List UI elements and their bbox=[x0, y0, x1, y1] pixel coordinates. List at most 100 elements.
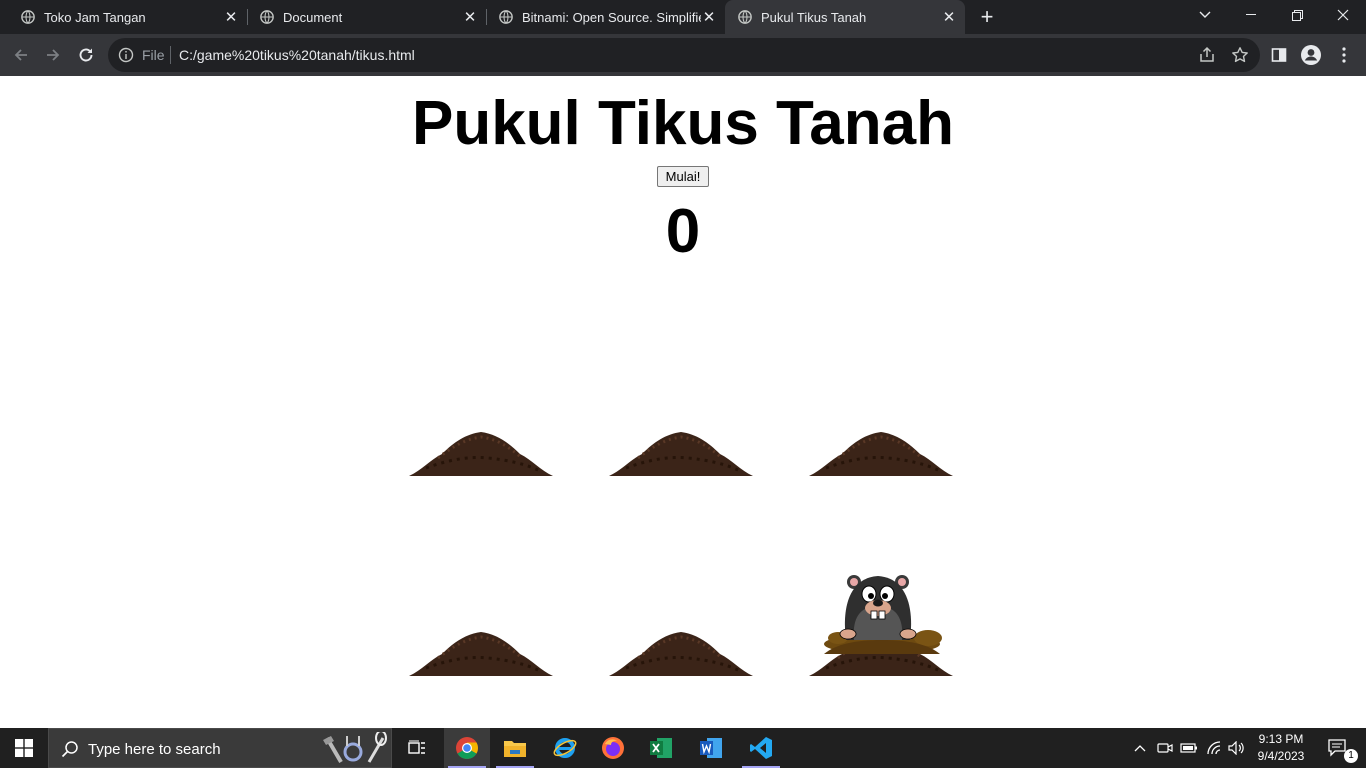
tab-bitnami[interactable]: Bitnami: Open Source. Simplified ✕ bbox=[478, 0, 725, 34]
battery-icon bbox=[1180, 743, 1197, 753]
menu-button[interactable] bbox=[1333, 44, 1355, 66]
side-panel-button[interactable] bbox=[1268, 44, 1290, 66]
minimize-button[interactable] bbox=[1228, 0, 1274, 30]
dirt-mound bbox=[409, 632, 553, 676]
taskbar-clock[interactable]: 9:13 PM 9/4/2023 bbox=[1250, 731, 1312, 765]
dirt-mound bbox=[609, 632, 753, 676]
task-view-button[interactable] bbox=[394, 728, 440, 768]
close-window-button[interactable] bbox=[1320, 0, 1366, 30]
browser-toolbar: File C:/game%20tikus%20tanah/tikus.html bbox=[0, 34, 1366, 76]
excel-icon bbox=[650, 738, 672, 758]
more-vert-icon bbox=[1342, 47, 1346, 63]
scheme-label: File bbox=[142, 47, 165, 63]
vscode-icon bbox=[750, 737, 772, 759]
ie-icon bbox=[553, 738, 577, 758]
minimize-icon bbox=[1246, 14, 1256, 15]
restore-icon bbox=[1291, 9, 1303, 21]
tray-network[interactable] bbox=[1204, 728, 1224, 768]
close-icon[interactable]: ✕ bbox=[223, 9, 239, 26]
taskbar-file-explorer[interactable] bbox=[492, 728, 538, 768]
star-icon[interactable] bbox=[1231, 46, 1249, 64]
mole-icon[interactable] bbox=[820, 570, 944, 654]
hole-6[interactable] bbox=[808, 575, 954, 676]
taskbar-word[interactable] bbox=[688, 728, 734, 768]
dirt-mound bbox=[809, 432, 953, 476]
tab-title: Toko Jam Tangan bbox=[44, 9, 146, 25]
hole-3[interactable] bbox=[808, 376, 954, 476]
tab-title: Document bbox=[283, 9, 343, 25]
reload-button[interactable] bbox=[73, 42, 99, 68]
task-view-icon bbox=[408, 740, 425, 754]
globe-icon bbox=[499, 10, 513, 24]
folder-icon bbox=[504, 741, 526, 757]
taskbar-excel[interactable] bbox=[638, 728, 684, 768]
hole-2[interactable] bbox=[608, 376, 754, 476]
taskbar-firefox[interactable] bbox=[590, 728, 636, 768]
hole-4[interactable] bbox=[408, 576, 554, 676]
dirt-mound bbox=[409, 432, 553, 476]
close-icon[interactable]: ✕ bbox=[462, 9, 478, 26]
start-button[interactable]: Mulai! bbox=[657, 166, 709, 187]
taskbar-chrome[interactable] bbox=[444, 728, 490, 768]
share-icon[interactable] bbox=[1198, 46, 1216, 64]
tab-title: Bitnami: Open Source. Simplified bbox=[522, 9, 701, 25]
tab-document[interactable]: Document ✕ bbox=[239, 0, 486, 34]
address-separator bbox=[170, 46, 171, 64]
taskbar-edge[interactable] bbox=[542, 728, 588, 768]
address-bar[interactable]: File C:/game%20tikus%20tanah/tikus.html bbox=[108, 38, 1260, 72]
search-icon bbox=[61, 741, 78, 758]
close-icon[interactable]: ✕ bbox=[701, 9, 717, 26]
profile-button[interactable] bbox=[1300, 44, 1322, 66]
chrome-icon bbox=[456, 737, 478, 759]
globe-icon bbox=[260, 10, 274, 24]
globe-icon bbox=[21, 10, 35, 24]
tab-title: Pukul Tikus Tanah bbox=[761, 9, 867, 25]
arrow-left-icon bbox=[14, 49, 27, 61]
camera-icon bbox=[1157, 743, 1173, 753]
chevron-up-icon bbox=[1134, 745, 1146, 752]
score-display: 0 bbox=[665, 197, 701, 266]
page-title: Pukul Tikus Tanah bbox=[411, 89, 955, 158]
tray-battery[interactable] bbox=[1179, 728, 1199, 768]
tray-meet-now[interactable] bbox=[1155, 728, 1175, 768]
close-icon[interactable]: ✕ bbox=[941, 9, 957, 26]
new-tab-button[interactable]: + bbox=[976, 6, 998, 28]
tab-search-button[interactable] bbox=[1182, 0, 1228, 30]
globe-icon bbox=[738, 10, 752, 24]
tab-strip: Toko Jam Tangan ✕ Document ✕ Bitnami: Op… bbox=[0, 0, 1366, 34]
word-icon bbox=[700, 738, 722, 758]
arrow-right-icon bbox=[47, 49, 60, 61]
info-icon[interactable] bbox=[118, 47, 134, 63]
clock-date: 9/4/2023 bbox=[1257, 749, 1305, 763]
speaker-icon bbox=[1228, 741, 1244, 755]
reload-icon bbox=[79, 48, 93, 62]
taskbar: Type here to search 9:13 PM 9/4/2023 1 bbox=[0, 728, 1366, 768]
profile-icon bbox=[1301, 45, 1321, 65]
tab-toko-jam-tangan[interactable]: Toko Jam Tangan ✕ bbox=[0, 0, 247, 34]
back-button[interactable] bbox=[8, 42, 34, 68]
start-button[interactable] bbox=[0, 728, 48, 768]
tab-pukul-tikus-tanah[interactable]: Pukul Tikus Tanah ✕ bbox=[725, 0, 965, 34]
side-panel-icon bbox=[1271, 48, 1287, 62]
url-text[interactable]: C:/game%20tikus%20tanah/tikus.html bbox=[179, 47, 415, 63]
taskbar-vscode[interactable] bbox=[738, 728, 784, 768]
restore-button[interactable] bbox=[1274, 0, 1320, 30]
dirt-mound bbox=[609, 432, 753, 476]
taskbar-search[interactable]: Type here to search bbox=[48, 728, 392, 768]
notification-center-button[interactable]: 1 bbox=[1318, 728, 1358, 768]
wifi-icon bbox=[1207, 741, 1221, 755]
notification-badge: 1 bbox=[1344, 749, 1358, 763]
tray-volume[interactable] bbox=[1227, 728, 1247, 768]
tools-illustration-icon bbox=[323, 732, 387, 764]
close-icon bbox=[1337, 9, 1349, 21]
hole-5[interactable] bbox=[608, 576, 754, 676]
firefox-icon bbox=[602, 737, 624, 759]
tray-overflow-button[interactable] bbox=[1130, 728, 1150, 768]
windows-icon bbox=[15, 739, 33, 757]
forward-button[interactable] bbox=[40, 42, 66, 68]
hole-1[interactable] bbox=[408, 376, 554, 476]
clock-time: 9:13 PM bbox=[1258, 732, 1304, 746]
page-content: Pukul Tikus Tanah Mulai! 0 bbox=[0, 76, 1366, 728]
chevron-down-icon bbox=[1199, 11, 1211, 18]
search-placeholder: Type here to search bbox=[88, 741, 221, 758]
